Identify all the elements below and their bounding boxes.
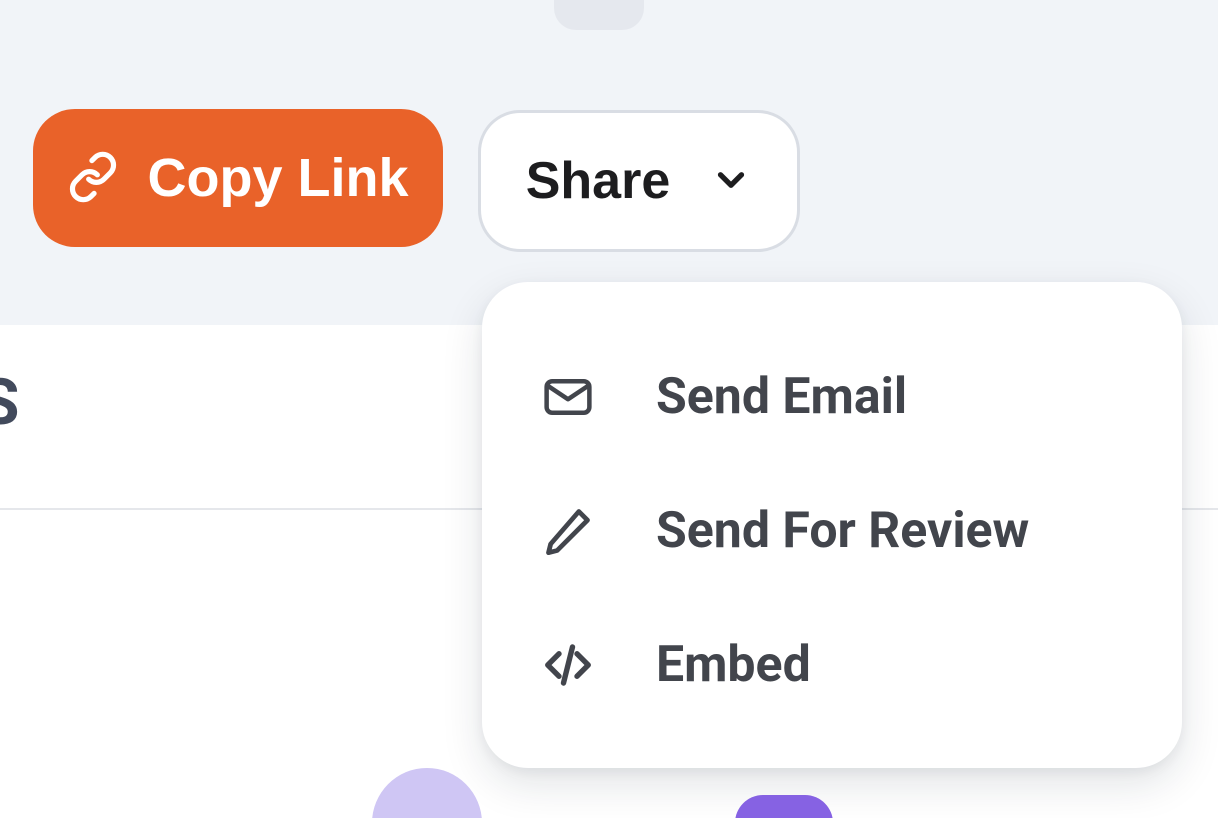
code-icon: [540, 638, 596, 692]
pencil-icon: [540, 505, 596, 557]
decorative-pill: [554, 0, 644, 30]
share-menu-item-label: Send Email: [656, 368, 907, 426]
share-menu-send-email[interactable]: Send Email: [482, 330, 1182, 464]
share-menu-send-for-review[interactable]: Send For Review: [482, 464, 1182, 598]
share-button[interactable]: Share: [478, 110, 800, 252]
copy-link-button[interactable]: Copy Link: [33, 109, 443, 247]
share-menu-item-label: Embed: [656, 636, 811, 694]
copy-link-label: Copy Link: [147, 147, 408, 209]
share-menu-embed[interactable]: Embed: [482, 598, 1182, 732]
link-icon: [67, 151, 119, 206]
chevron-down-icon: [710, 159, 752, 204]
share-menu-item-label: Send For Review: [656, 502, 1029, 560]
avatar-placeholder-2: [735, 795, 833, 818]
mail-icon: [540, 370, 596, 424]
share-dropdown: Send Email Send For Review Embed: [482, 282, 1182, 768]
share-label: Share: [526, 151, 671, 211]
cropped-heading: S: [0, 365, 20, 440]
